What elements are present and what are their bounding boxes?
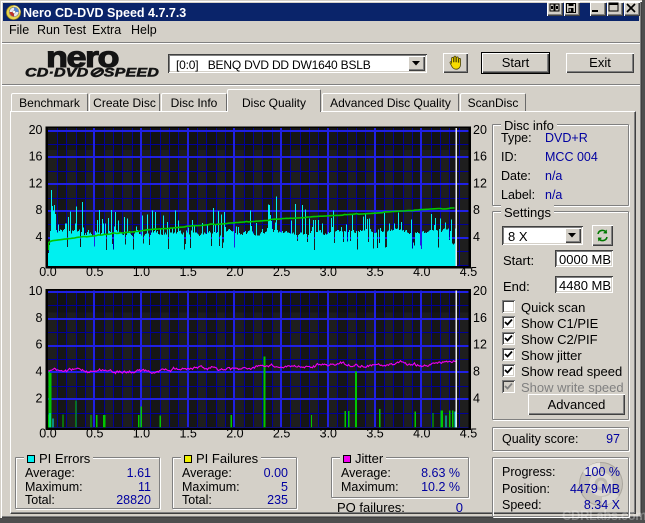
svg-text:3.5: 3.5 <box>366 265 383 279</box>
svg-text:3.0: 3.0 <box>320 427 337 441</box>
svg-text:4.5: 4.5 <box>460 265 477 279</box>
svg-text:2: 2 <box>36 391 43 405</box>
svg-text:4: 4 <box>36 230 43 244</box>
svg-text:2.0: 2.0 <box>226 265 243 279</box>
svg-text:8: 8 <box>473 365 480 379</box>
svg-text:2.0: 2.0 <box>226 427 243 441</box>
svg-text:16: 16 <box>29 150 43 164</box>
svg-text:20: 20 <box>29 123 43 137</box>
svg-text:1.0: 1.0 <box>133 265 150 279</box>
svg-text:2.5: 2.5 <box>273 427 290 441</box>
svg-text:0.0: 0.0 <box>39 265 56 279</box>
svg-text:20: 20 <box>473 284 487 298</box>
svg-text:1.5: 1.5 <box>179 427 196 441</box>
svg-text:8: 8 <box>473 203 480 217</box>
svg-text:0.0: 0.0 <box>39 427 56 441</box>
svg-text:10: 10 <box>29 284 43 298</box>
svg-text:4: 4 <box>36 365 43 379</box>
svg-text:0.5: 0.5 <box>86 265 103 279</box>
svg-text:4.0: 4.0 <box>413 427 430 441</box>
svg-text:4.5: 4.5 <box>460 427 477 441</box>
svg-text:4.0: 4.0 <box>413 265 430 279</box>
svg-text:20: 20 <box>473 123 487 137</box>
svg-text:3.5: 3.5 <box>366 427 383 441</box>
svg-text:8: 8 <box>36 203 43 217</box>
svg-text:12: 12 <box>29 176 43 190</box>
svg-text:1.5: 1.5 <box>179 265 196 279</box>
svg-text:4: 4 <box>473 230 480 244</box>
svg-text:0.5: 0.5 <box>86 427 103 441</box>
svg-text:1.0: 1.0 <box>133 427 150 441</box>
svg-text:3.0: 3.0 <box>320 265 337 279</box>
svg-text:16: 16 <box>473 311 487 325</box>
svg-text:8: 8 <box>36 311 43 325</box>
svg-text:16: 16 <box>473 150 487 164</box>
svg-text:2.5: 2.5 <box>273 265 290 279</box>
svg-text:4: 4 <box>473 391 480 405</box>
svg-text:6: 6 <box>36 338 43 352</box>
svg-text:12: 12 <box>473 176 487 190</box>
svg-text:12: 12 <box>473 338 487 352</box>
